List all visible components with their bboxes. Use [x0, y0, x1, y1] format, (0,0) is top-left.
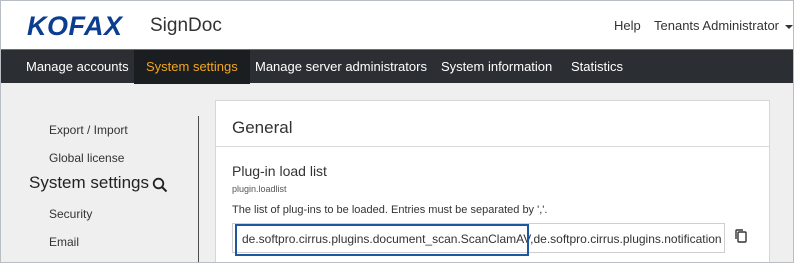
- sidebar-divider: [198, 116, 199, 262]
- kofax-logo: KOFAX: [27, 11, 123, 41]
- nav-manage-accounts[interactable]: Manage accounts: [26, 50, 129, 84]
- user-menu[interactable]: Tenants Administrator: [654, 18, 793, 33]
- help-link[interactable]: Help: [614, 18, 641, 33]
- section-title: General: [232, 118, 293, 137]
- app-window: KOFAX SignDoc Help Tenants Administrator…: [0, 0, 794, 263]
- section-divider: [216, 146, 769, 147]
- caret-down-icon: [785, 24, 793, 29]
- sidebar-item-global-license[interactable]: Global license: [49, 151, 124, 165]
- nav-statistics[interactable]: Statistics: [571, 50, 623, 84]
- search-icon[interactable]: [152, 177, 168, 193]
- plugin-loadlist-input[interactable]: de.softpro.cirrus.plugins.document_scan.…: [232, 223, 725, 253]
- top-bar: KOFAX SignDoc Help Tenants Administrator: [1, 1, 793, 49]
- sidebar-heading: System settings: [29, 173, 149, 192]
- field-description: The list of plug-ins to be loaded. Entri…: [232, 204, 548, 216]
- nav-system-settings[interactable]: System settings: [134, 50, 250, 84]
- main-nav: Manage accounts System settings Manage s…: [1, 49, 793, 84]
- product-name: SignDoc: [150, 15, 222, 36]
- field-label: Plug-in load list: [232, 163, 327, 179]
- user-menu-label: Tenants Administrator: [654, 18, 780, 33]
- help-label: Help: [614, 18, 641, 33]
- sidebar-item-email[interactable]: Email: [49, 235, 79, 249]
- nav-system-information[interactable]: System information: [441, 50, 552, 84]
- copy-icon[interactable]: [733, 228, 749, 244]
- field-key: plugin.loadlist: [232, 184, 287, 194]
- sidebar-item-security[interactable]: Security: [49, 207, 92, 221]
- sidebar-item-export-import[interactable]: Export / Import: [49, 123, 128, 137]
- plugin-loadlist-value: de.softpro.cirrus.plugins.document_scan.…: [242, 232, 722, 246]
- nav-manage-server-administrators[interactable]: Manage server administrators: [255, 50, 427, 84]
